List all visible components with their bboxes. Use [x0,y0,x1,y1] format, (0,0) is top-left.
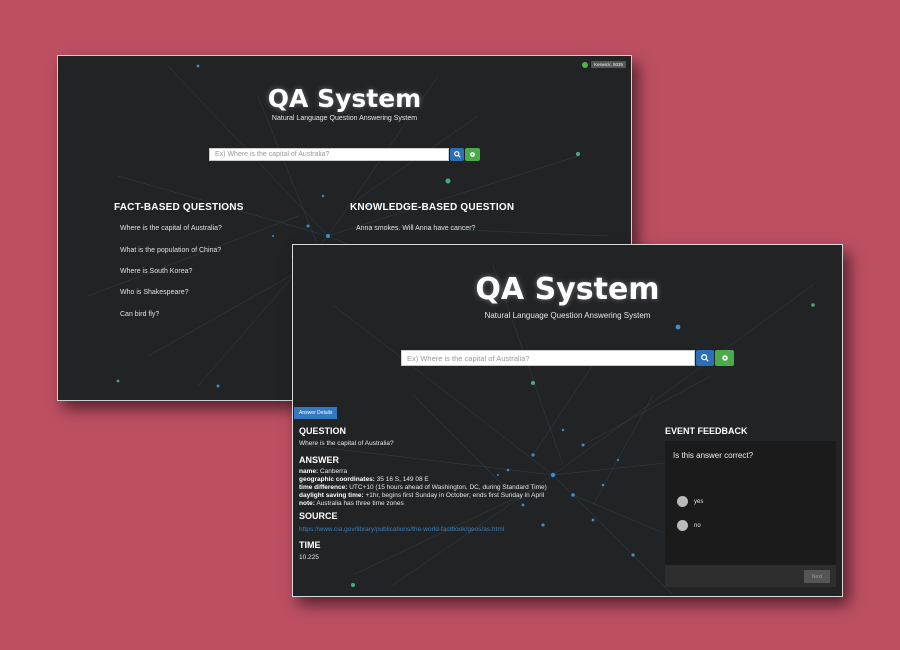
time-value: 10.225 [299,554,319,561]
knowledge-questions-header: KNOWLEDGE-BASED QUESTION [350,202,515,213]
answer-details-tab[interactable]: Answer Details [294,407,338,419]
answer-field: note: Australia has three time zones [299,500,404,507]
source-link[interactable]: https://www.cia.gov/library/publications… [299,526,504,533]
app-subtitle: Natural Language Question Answering Syst… [484,311,651,320]
search-icon [453,151,461,158]
search-button[interactable] [450,148,464,161]
location-label: Keswick, 5035 [590,61,626,68]
event-feedback-header: EVENT FEEDBACK [665,426,748,436]
fact-question-item[interactable]: Can bird fly? [120,311,159,318]
feedback-question: Is this answer correct? [673,451,754,460]
answer-field: geographic coordinates: 35 16 S, 149 08 … [299,476,429,483]
app-subtitle: Natural Language Question Answering Syst… [271,115,418,122]
fact-question-item[interactable]: Where is the capital of Australia? [120,225,222,232]
question-text: Where is the capital of Australia? [299,440,394,447]
search-input[interactable]: Ex) Where is the capital of Australia? [209,148,449,161]
feedback-option-yes[interactable]: yes [677,496,703,507]
radio-icon[interactable] [677,520,688,531]
answer-field: name: Canberra [299,468,348,475]
gear-icon [721,355,728,361]
location-tag: Keswick, 5035 [581,61,626,68]
search-input[interactable]: Ex) Where is the capital of Australia? [401,350,695,366]
app-title: QA System [267,84,422,113]
time-header: TIME [299,540,321,550]
gear-icon [470,152,475,157]
feedback-option-no[interactable]: no [677,520,701,531]
fact-question-item[interactable]: Who is Shakespeare? [120,289,188,296]
settings-button[interactable] [715,350,734,366]
feedback-footer: Next [665,565,836,587]
answer-field: time difference: UTC+10 (15 hours ahead … [299,484,547,491]
knowledge-question-item[interactable]: Anna smokes. Will Anna have cancer? [356,225,475,232]
result-screenshot: QA System Natural Language Question Answ… [292,244,843,597]
app-title: QA System [475,272,660,307]
answer-header: ANSWER [299,455,339,465]
next-button[interactable]: Next [804,570,830,583]
settings-button[interactable] [465,148,480,161]
feedback-panel: Is this answer correct? yes no Next [665,441,836,587]
question-header: QUESTION [299,426,347,436]
fact-question-item[interactable]: What is the population of China? [120,247,221,254]
search-button[interactable] [696,350,714,366]
source-header: SOURCE [299,511,338,521]
answer-field: daylight saving time: +1hr, begins first… [299,492,545,499]
fact-questions-header: FACT-BASED QUESTIONS [114,202,244,213]
fact-question-item[interactable]: Where is South Korea? [120,268,192,275]
search-icon [701,354,709,362]
answer-fields: name: Canberra geographic coordinates: 3… [299,468,599,508]
feedback-option-label: no [694,522,701,529]
feedback-option-label: yes [694,498,704,505]
radio-icon[interactable] [677,496,688,507]
location-pin-icon [581,61,588,68]
